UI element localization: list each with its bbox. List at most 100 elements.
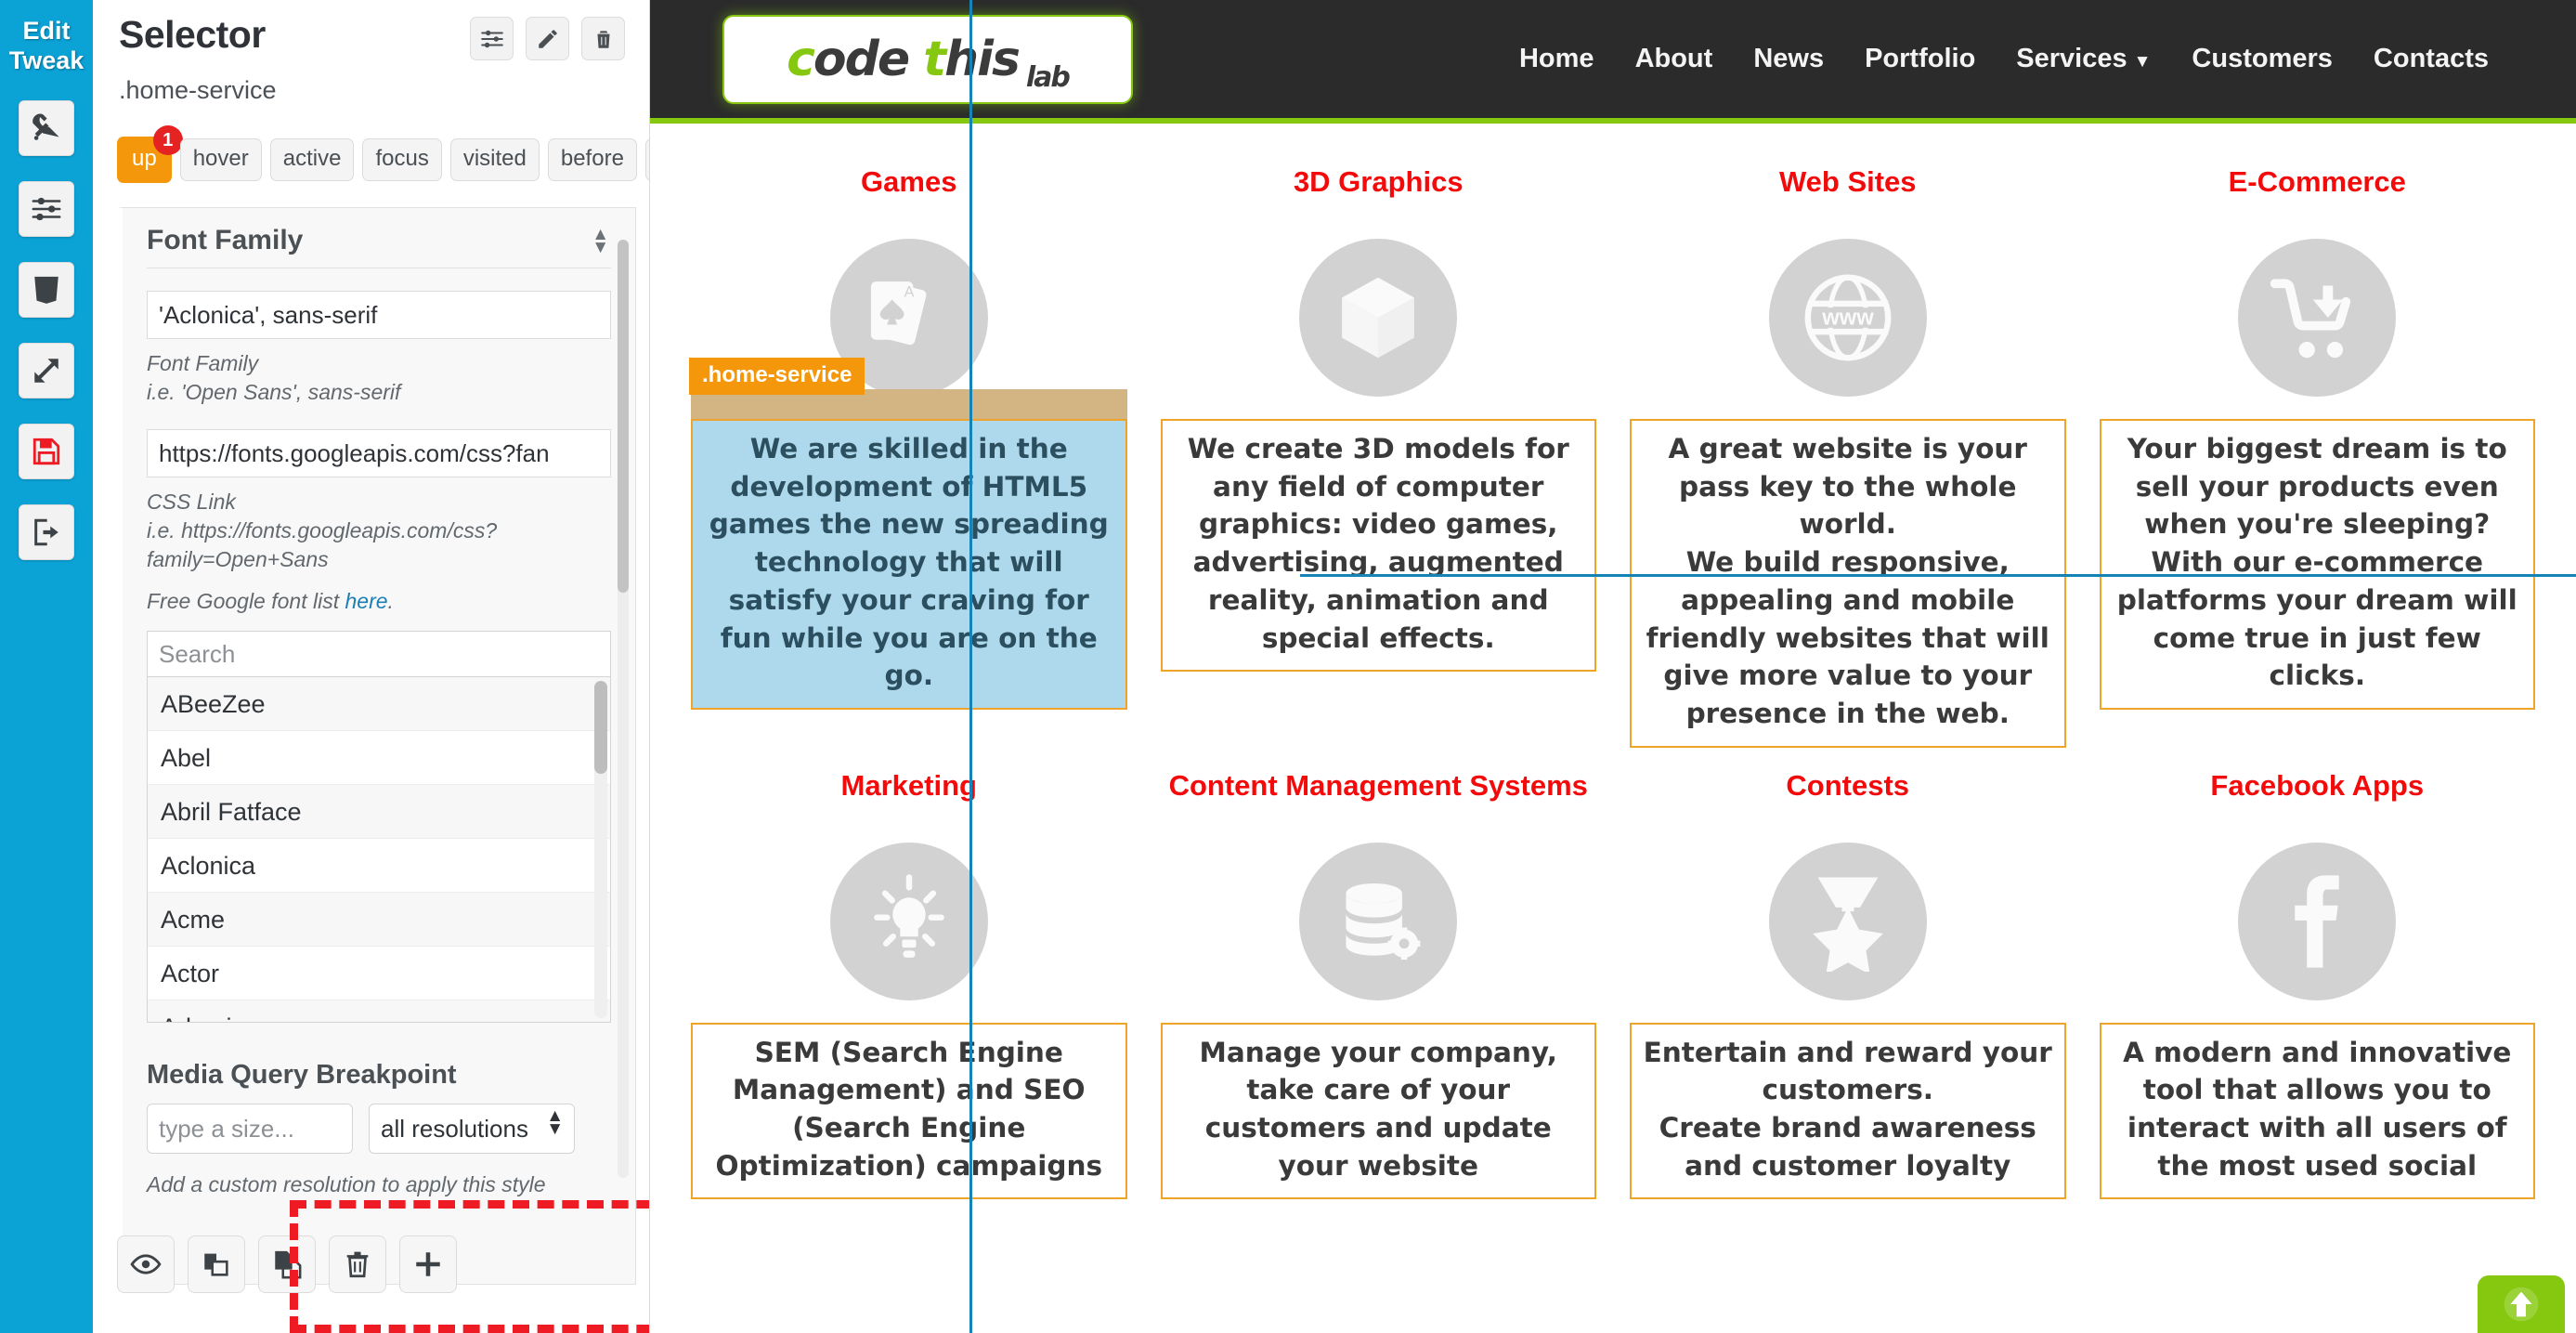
site-nav: Home About News Portfolio Services ▼ Customers… xyxy=(1519,44,2576,74)
google-font-list-link[interactable]: here xyxy=(345,589,388,613)
css-link-input[interactable]: https://fonts.googleapis.com/css?fan xyxy=(147,429,611,478)
plus-icon xyxy=(416,1252,440,1276)
pseudo-tab-hover[interactable]: hover xyxy=(179,138,262,181)
website-preview: code this lab Home About News Portfolio Servi… xyxy=(650,0,2576,1333)
paste-style-button[interactable] xyxy=(258,1235,316,1293)
sliders-icon-button[interactable] xyxy=(19,180,74,237)
service-card[interactable]: Contests Entertain and reward your custom… xyxy=(1613,748,2083,1200)
chevron-updown-icon[interactable]: ▲ ▼ xyxy=(592,226,609,256)
playing-cards-icon: A xyxy=(870,281,927,346)
service-card[interactable]: 3D Graphics We create 3D models for any f… xyxy=(1144,144,1614,748)
service-title: Facebook Apps xyxy=(2210,768,2425,802)
free-font-list-hint: Free Google font list here. xyxy=(147,589,394,614)
font-list-item[interactable]: ABeeZee xyxy=(148,677,610,732)
pseudo-tab-active[interactable]: active xyxy=(269,138,355,181)
edit-selector-button[interactable] xyxy=(526,17,569,60)
service-icon-circle xyxy=(2238,842,2397,1000)
panel-scrollbar-thumb[interactable] xyxy=(618,240,629,593)
service-card[interactable]: Content Management Systems Manage your co… xyxy=(1144,748,1614,1200)
selector-name: .home-service xyxy=(119,76,277,104)
pseudo-class-tabs: up1hoveractivefocusvisitedbeforeafter xyxy=(93,105,649,183)
service-icon-circle: wwwwww xyxy=(1768,239,1927,397)
service-body-wrapper: We create 3D models for any field of com… xyxy=(1160,419,1596,673)
service-card[interactable]: Facebook Apps A modern and innovative too… xyxy=(2083,748,2553,1200)
shopping-cart-icon xyxy=(2270,279,2351,359)
service-icon-circle xyxy=(1299,239,1458,397)
font-search-input[interactable]: Search xyxy=(147,631,611,678)
pseudo-tab-visited[interactable]: visited xyxy=(449,138,540,181)
services-grid: Games A .home-service We are skilled in the… xyxy=(650,124,2576,1200)
add-style-button[interactable] xyxy=(399,1235,457,1293)
save-icon xyxy=(33,438,60,464)
service-icon-circle xyxy=(1768,842,1927,1000)
pseudo-tab-label: focus xyxy=(375,146,429,171)
css3-icon-button[interactable] xyxy=(19,261,74,318)
trash-icon xyxy=(597,30,609,48)
horizontal-guide-line xyxy=(1300,574,2576,577)
nav-item-news[interactable]: News xyxy=(1753,44,1824,74)
copy-style-button[interactable] xyxy=(188,1235,245,1293)
service-body-wrapper: Entertain and reward your customers. Cre… xyxy=(1630,1022,2066,1200)
service-title: E-Commerce xyxy=(2228,165,2406,198)
pseudo-tab-before[interactable]: before xyxy=(547,138,637,181)
logo-t-letter: t xyxy=(923,31,946,87)
nav-item-portfolio[interactable]: Portfolio xyxy=(1865,44,1975,74)
site-logo[interactable]: code this lab xyxy=(722,14,1133,104)
delete-selector-button[interactable] xyxy=(581,17,625,60)
exit-icon-button[interactable] xyxy=(19,503,74,560)
font-list-item[interactable]: Aclonica xyxy=(148,839,610,894)
nav-item-about[interactable]: About xyxy=(1635,44,1713,74)
font-list-item[interactable]: Adamina xyxy=(148,1000,610,1023)
svg-text:www: www xyxy=(1821,306,1874,331)
service-body-wrapper: Manage your company, take care of your c… xyxy=(1160,1022,1596,1200)
pseudo-tab-focus[interactable]: focus xyxy=(362,138,442,181)
rail-title: Edit Tweak xyxy=(9,17,85,76)
wrench-icon-button[interactable] xyxy=(19,99,74,156)
nav-item-label: Contacts xyxy=(2373,44,2489,73)
panel-header: Selector .home-service xyxy=(93,0,649,105)
service-description: We create 3D models for any field of com… xyxy=(1160,419,1596,673)
resize-icon-button[interactable] xyxy=(19,342,74,399)
font-list-item[interactable]: Actor xyxy=(148,947,610,1001)
service-card[interactable]: Games A .home-service We are skilled in the… xyxy=(674,144,1144,748)
logo-part2: his xyxy=(944,31,1021,87)
service-body-wrapper: Your biggest dream is to sell your produ… xyxy=(2099,419,2535,710)
panel-options-button[interactable] xyxy=(470,17,514,60)
resolution-select[interactable]: all resolutions ▲ ▼ xyxy=(369,1104,575,1155)
nav-item-contacts[interactable]: Contacts xyxy=(2374,44,2489,74)
back-to-top-icon xyxy=(2504,1287,2539,1322)
service-icon-circle xyxy=(2238,239,2397,397)
font-family-section-title: Font Family ▲ ▼ xyxy=(147,225,611,268)
nav-item-services[interactable]: Services ▼ xyxy=(2016,44,2151,74)
svg-text:A: A xyxy=(904,283,914,300)
breakpoint-size-input[interactable]: type a size... xyxy=(147,1104,353,1155)
delete-style-button[interactable] xyxy=(329,1235,386,1293)
selected-element-tag: .home-service xyxy=(689,358,865,395)
nav-item-customers[interactable]: Customers xyxy=(2192,44,2333,74)
service-description: SEM (Search Engine Management) and SEO (… xyxy=(691,1022,1127,1200)
nav-item-home[interactable]: Home xyxy=(1519,44,1594,74)
award-star-icon xyxy=(1812,877,1883,972)
font-list-item[interactable]: Acme xyxy=(148,893,610,947)
save-icon-button[interactable] xyxy=(19,423,74,479)
preview-style-button[interactable] xyxy=(117,1235,175,1293)
service-card[interactable]: Marketing SEM (Search Engine Management) … xyxy=(674,748,1144,1200)
copy-style-icon xyxy=(204,1253,228,1276)
logo-part1: ode xyxy=(813,31,910,87)
back-to-top-button[interactable] xyxy=(2478,1275,2565,1333)
service-description: Entertain and reward your customers. Cre… xyxy=(1630,1022,2066,1200)
font-list[interactable]: ABeeZee Abel Abril Fatface Aclonica Acme Acto… xyxy=(147,677,611,1024)
service-card[interactable]: Web Sites wwwwww A great website is your p… xyxy=(1613,144,2083,748)
font-list-item[interactable]: Abril Fatface xyxy=(148,785,610,840)
pseudo-tab-up[interactable]: up 1 xyxy=(117,125,183,183)
font-list-scrollbar-thumb[interactable] xyxy=(594,681,607,775)
media-query-section-title: Media Query Breakpoint xyxy=(147,1060,457,1091)
service-description: Your biggest dream is to sell your produ… xyxy=(2099,419,2535,710)
font-list-item[interactable]: Abel xyxy=(148,731,610,786)
font-family-hint: Font Family i.e. 'Open Sans', sans-serif xyxy=(147,351,401,405)
logo-part3: lab xyxy=(1025,60,1071,94)
font-family-input[interactable]: 'Aclonica', sans-serif xyxy=(147,291,611,339)
service-card[interactable]: E-Commerce Your biggest dream is to sell … xyxy=(2083,144,2553,748)
chevron-updown-icon: ▲ ▼ xyxy=(546,1106,564,1139)
media-query-note: Add a custom resolution to apply this st… xyxy=(147,1172,546,1197)
